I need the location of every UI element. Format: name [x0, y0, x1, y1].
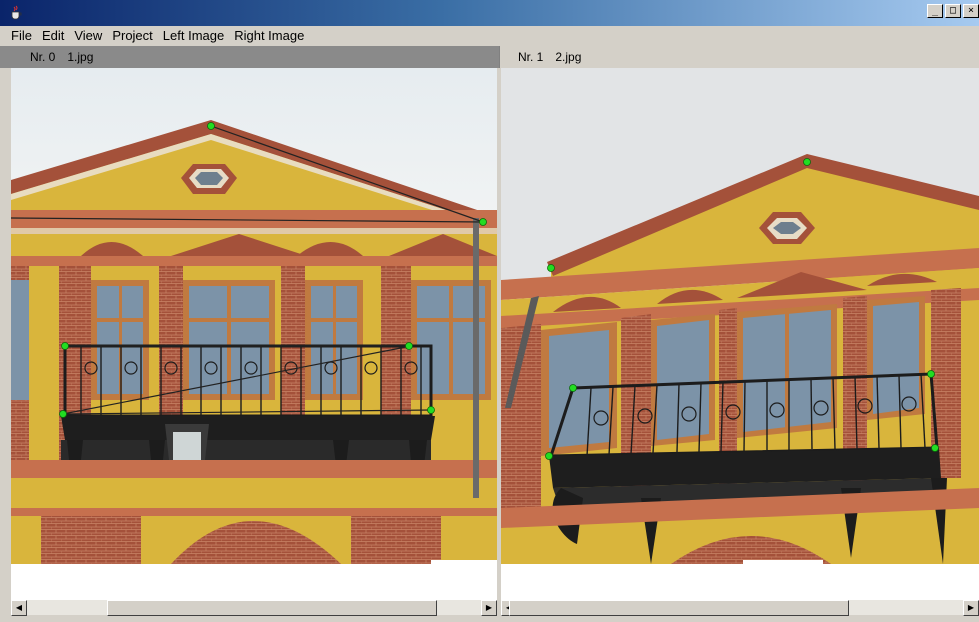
right-image-filename: 2.jpg — [555, 50, 582, 64]
arrow-left-icon[interactable]: ◀ — [11, 600, 27, 616]
left-image-panel: Nr. 0 1.jpg ◀ ▶ — [0, 46, 499, 622]
right-panel-header: Nr. 1 2.jpg — [499, 46, 979, 68]
arrow-right-icon[interactable]: ▶ — [963, 600, 979, 616]
control-point — [931, 444, 939, 452]
close-button[interactable]: × — [963, 4, 979, 18]
right-scroll-thumb[interactable] — [509, 600, 849, 616]
right-photo[interactable] — [501, 68, 979, 600]
maximize-button[interactable]: □ — [945, 4, 961, 18]
control-point — [427, 406, 435, 414]
menu-view[interactable]: View — [69, 26, 107, 46]
arrow-right-icon[interactable]: ▶ — [481, 600, 497, 616]
left-panel-header: Nr. 0 1.jpg — [0, 46, 499, 68]
left-horizontal-scrollbar[interactable]: ◀ ▶ — [11, 599, 497, 616]
menu-bar: File Edit View Project Left Image Right … — [0, 26, 979, 46]
control-point — [405, 342, 413, 350]
control-point — [479, 218, 487, 226]
control-point — [545, 452, 553, 460]
control-point — [59, 410, 67, 418]
right-image-panel: Nr. 1 2.jpg ▶ — [499, 46, 979, 622]
title-bar: _ □ × — [0, 0, 979, 26]
menu-edit[interactable]: Edit — [37, 26, 69, 46]
right-horizontal-scrollbar[interactable]: ◀ ▶ — [501, 599, 979, 616]
menu-right-image[interactable]: Right Image — [229, 26, 309, 46]
left-image-number: Nr. 0 — [30, 50, 56, 64]
minimize-button[interactable]: _ — [927, 4, 943, 18]
left-scroll-thumb[interactable] — [107, 600, 437, 616]
right-image-viewport[interactable] — [501, 68, 979, 600]
control-point — [547, 264, 555, 272]
control-point — [927, 370, 935, 378]
control-point — [61, 342, 69, 350]
control-point — [569, 384, 577, 392]
left-image-filename: 1.jpg — [67, 50, 94, 64]
left-image-viewport[interactable] — [11, 68, 497, 600]
right-image-number: Nr. 1 — [518, 50, 544, 64]
java-cup-icon[interactable] — [8, 5, 24, 21]
menu-left-image[interactable]: Left Image — [158, 26, 229, 46]
control-point — [207, 122, 215, 130]
menu-file[interactable]: File — [6, 26, 37, 46]
left-photo[interactable] — [11, 68, 497, 600]
menu-project[interactable]: Project — [107, 26, 157, 46]
control-point — [803, 158, 811, 166]
window-controls: _ □ × — [925, 4, 979, 18]
